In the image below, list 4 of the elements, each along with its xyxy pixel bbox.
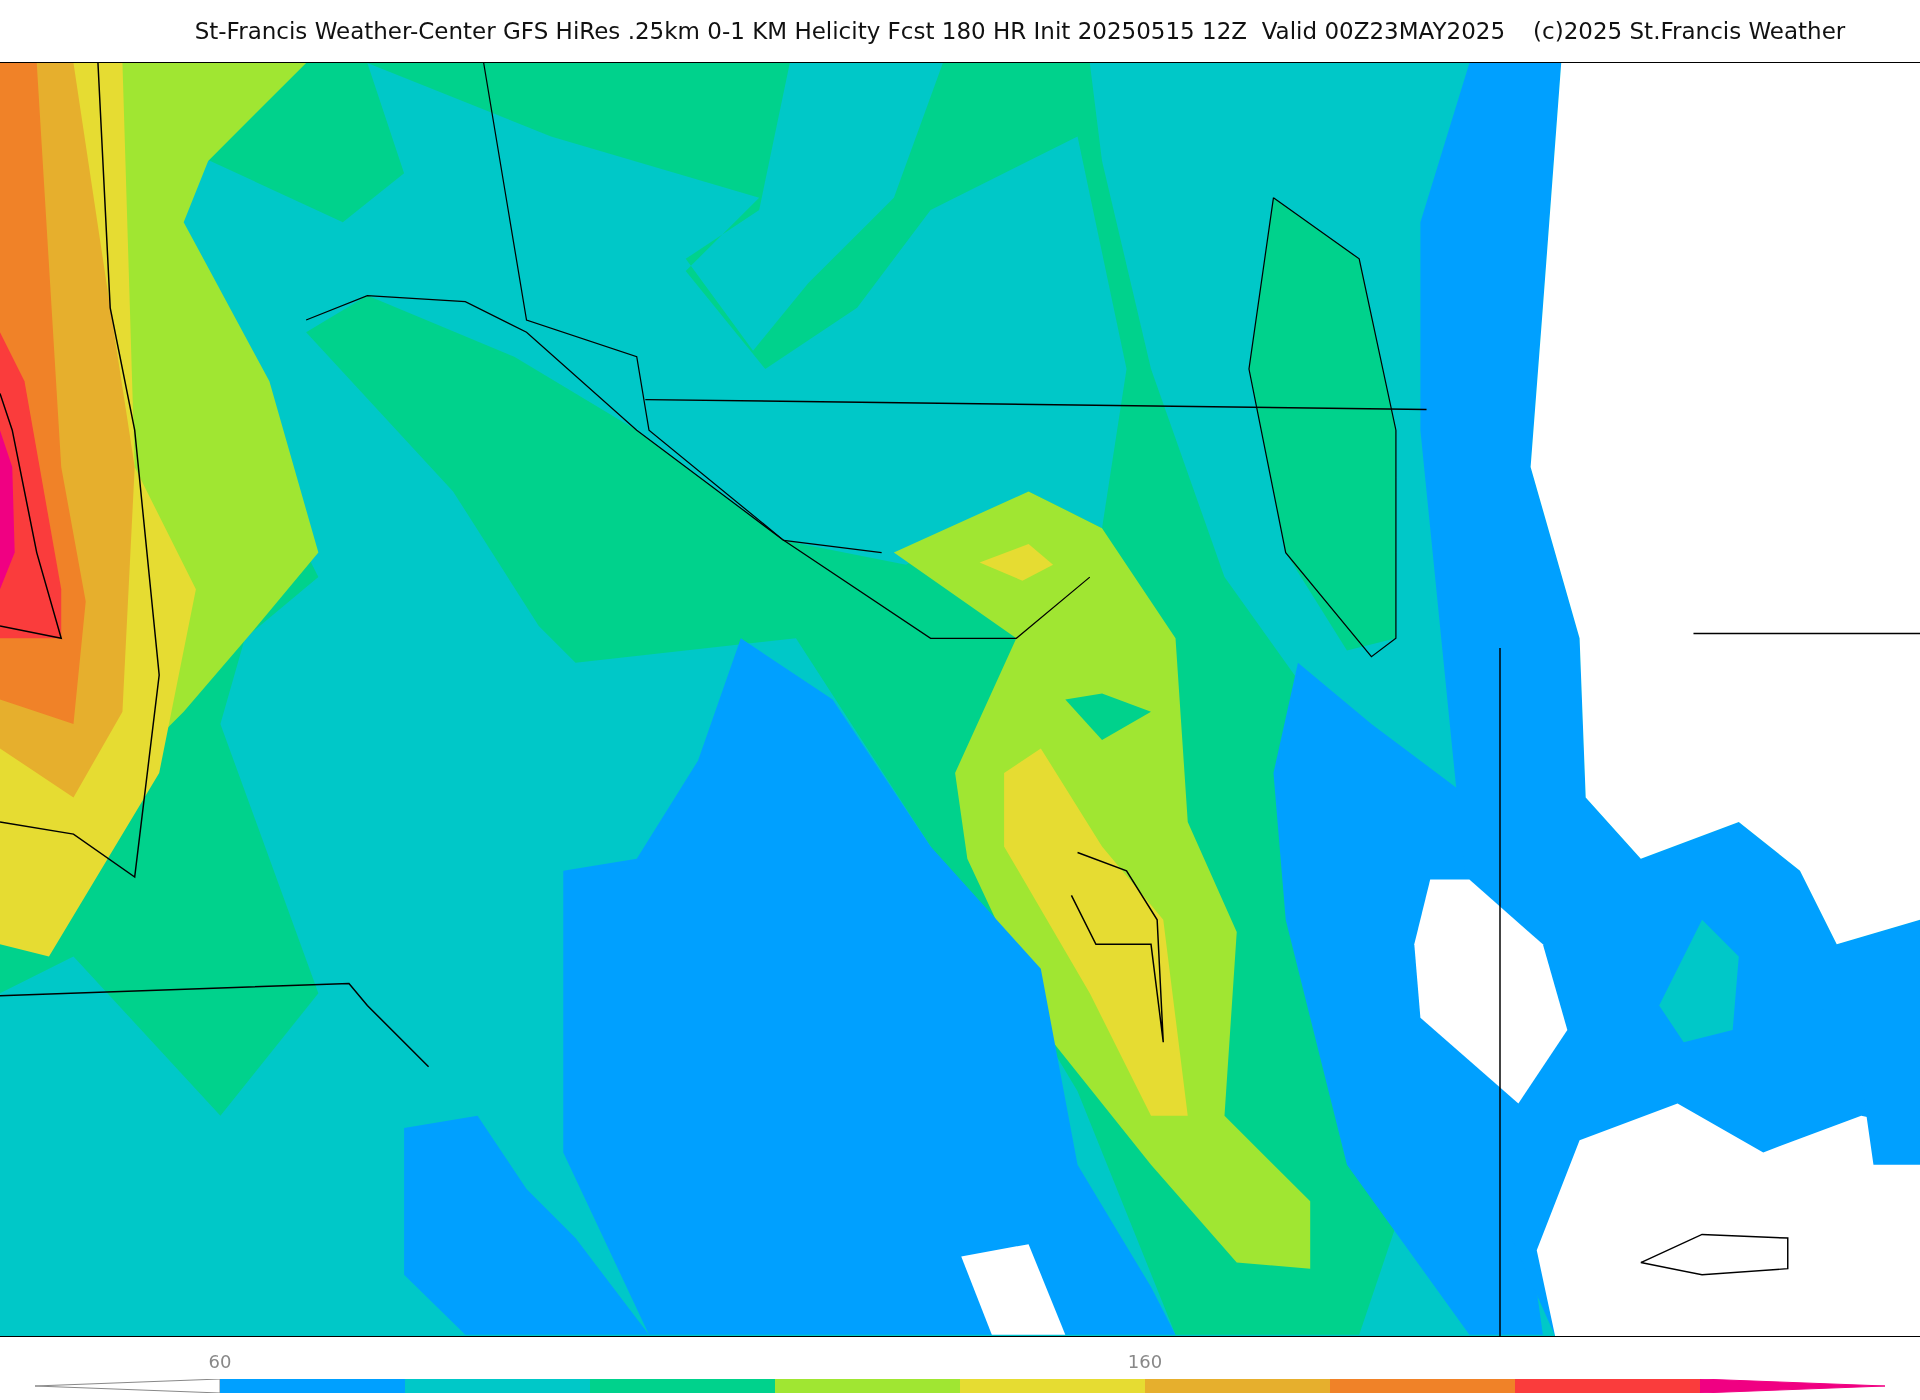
colorbar-label: 160: [1126, 1351, 1164, 1372]
copyright-text: (c)2025 St.Francis Weather: [1533, 18, 1846, 44]
colorbar-label: 60: [207, 1351, 233, 1372]
map-title: St-Francis Weather-Center GFS HiRes .25km 0-1 KM Helicity Fcst 180 HR Init 20250515 12Z Valid 00Z23MAY2025: [194, 18, 1506, 44]
